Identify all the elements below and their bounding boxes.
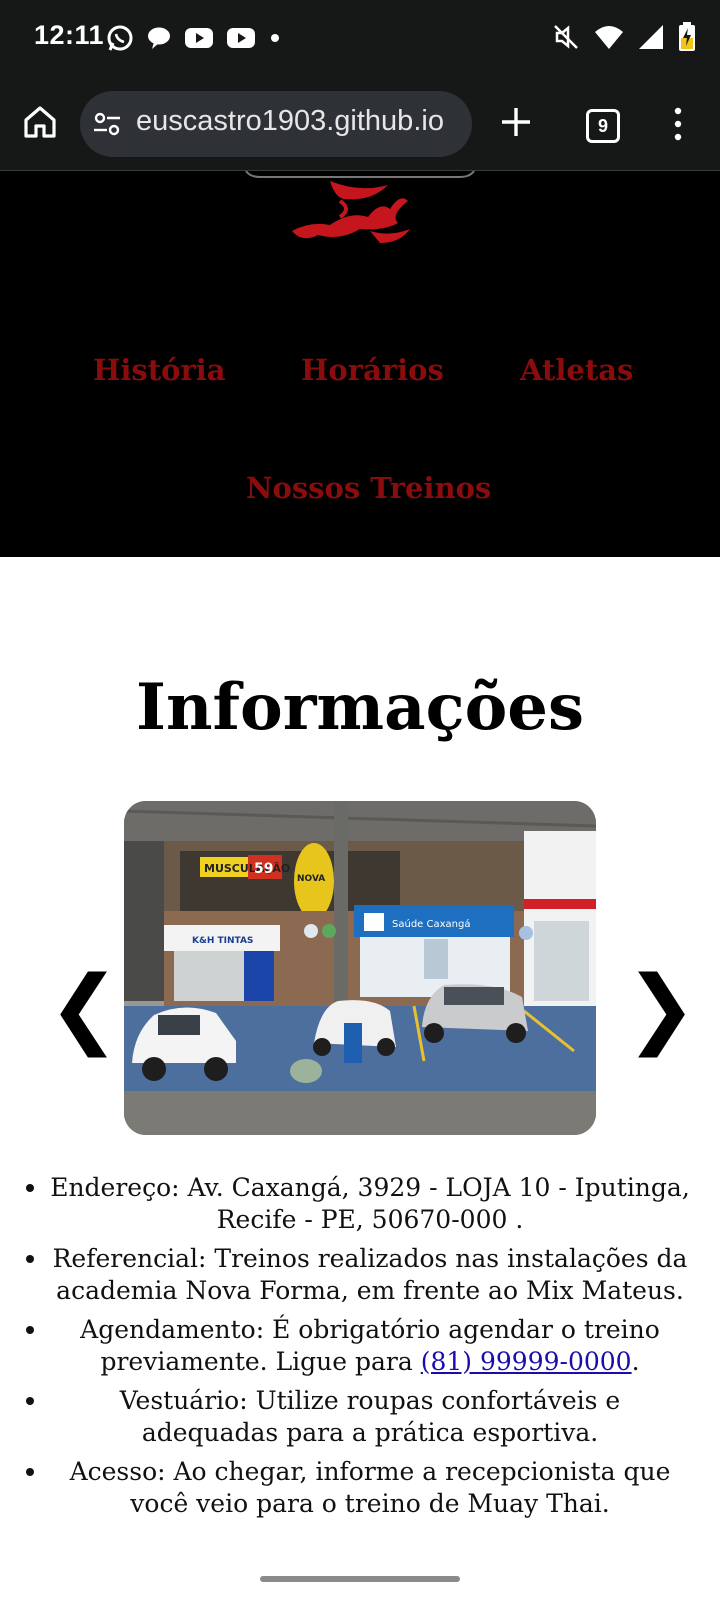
bullet [26, 1397, 34, 1405]
site-header: História Horários Atletas Nossos Treinos [0, 171, 720, 557]
system-icons [552, 22, 696, 52]
youtube-icon [185, 28, 213, 48]
signal-icon [639, 25, 663, 49]
new-tab-icon[interactable] [498, 104, 534, 140]
dot-icon [271, 34, 279, 42]
youtube-icon [227, 28, 255, 48]
carousel-next-button[interactable]: ❯ [625, 965, 697, 1051]
sign-price: 59 [254, 861, 273, 877]
mute-icon [554, 25, 578, 49]
bullet [26, 1255, 34, 1263]
tab-switcher-button[interactable]: 9 [586, 109, 620, 143]
sign-tintas: K&H TINTAS [192, 936, 253, 946]
status-time: 12:11 [34, 20, 105, 50]
battery-charging-icon [679, 22, 695, 51]
sign-academia: NOVA [297, 874, 325, 884]
phone-link[interactable]: (81) 99999-0000 [421, 1347, 632, 1376]
carousel-prev-button[interactable]: ❮ [48, 965, 120, 1051]
address-bar[interactable]: euscastro1903.github.io [80, 91, 472, 157]
list-item-acesso: Acesso: Ao chegar, informe a recepcionis… [26, 1456, 690, 1520]
nav-link-horarios[interactable]: Horários [301, 353, 444, 387]
list-item-endereco: Endereço: Av. Caxangá, 3929 - LOJA 10 - … [26, 1172, 690, 1236]
nav-link-historia[interactable]: História [93, 353, 226, 387]
gesture-home-bar[interactable] [260, 1576, 460, 1582]
info-text: Vestuário: Utilize roupas confortáveis e… [119, 1386, 621, 1447]
home-icon[interactable] [20, 102, 60, 142]
browser-toolbar: euscastro1903.github.io 9 [0, 78, 720, 171]
sign-saude: Saúde Caxangá [392, 918, 470, 930]
wifi-icon [595, 26, 623, 49]
nav-link-nossos-treinos[interactable]: Nossos Treinos [246, 471, 491, 505]
info-text: Referencial: Treinos realizados nas inst… [52, 1244, 688, 1305]
list-item-agendamento: Agendamento: É obrigatório agendar o tre… [26, 1314, 690, 1378]
info-text: Acesso: Ao chegar, informe a recepcionis… [69, 1457, 671, 1518]
url-text[interactable]: euscastro1903.github.io [136, 105, 461, 138]
whatsapp-icon [107, 25, 133, 51]
list-item-referencial: Referencial: Treinos realizados nas inst… [26, 1243, 690, 1307]
sign-musculacao: MUSCULAÇÃO [204, 862, 290, 875]
dragon-logo[interactable] [240, 171, 480, 246]
bullet [26, 1326, 34, 1334]
info-text: Endereço: Av. Caxangá, 3929 - LOJA 10 - … [50, 1173, 690, 1234]
page-title: Informações [136, 670, 584, 745]
carousel-image: MUSCULAÇÃO 59 NOVA K&H TINTAS Saúde Caxa… [124, 801, 596, 1135]
status-bar: 12:11 [0, 0, 720, 78]
more-options-icon[interactable] [668, 106, 688, 142]
bullet [26, 1184, 34, 1192]
site-settings-icon[interactable] [93, 111, 121, 137]
bullet [26, 1468, 34, 1476]
chat-bubble-icon [148, 27, 170, 49]
nav-link-atletas[interactable]: Atletas [520, 353, 633, 387]
list-item-vestuario: Vestuário: Utilize roupas confortáveis e… [26, 1385, 690, 1449]
info-text-end: . [631, 1347, 640, 1376]
notification-icons [106, 24, 282, 52]
info-list: Endereço: Av. Caxangá, 3929 - LOJA 10 - … [26, 1172, 690, 1527]
